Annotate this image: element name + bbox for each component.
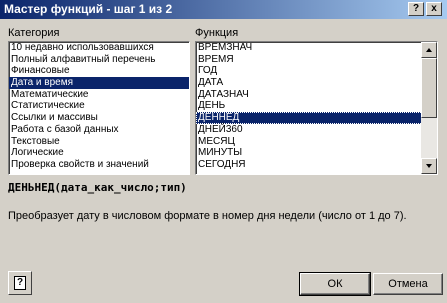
scroll-down-arrow-icon[interactable] bbox=[421, 158, 437, 174]
function-list-item[interactable]: ДАТАЗНАЧ bbox=[196, 89, 437, 101]
category-list-item[interactable]: Работа с базой данных bbox=[9, 124, 189, 136]
function-list-item[interactable]: ВРЕМЯ bbox=[196, 54, 437, 66]
function-list-item[interactable]: СЕГОДНЯ bbox=[196, 159, 437, 171]
function-description: Преобразует дату в числовом формате в но… bbox=[8, 210, 407, 222]
help-question-icon: ? bbox=[14, 276, 26, 290]
title-bar: Мастер функций - шаг 1 из 2 ? x bbox=[0, 0, 447, 19]
function-wizard-dialog: Мастер функций - шаг 1 из 2 ? x Категори… bbox=[0, 0, 447, 303]
function-list-item[interactable]: МИНУТЫ bbox=[196, 147, 437, 159]
function-list[interactable]: ВРЕМЗНАЧ ВРЕМЯ ГОД ДАТА ДАТАЗНАЧ ДЕНЬ ДЕННЕД ДН… bbox=[195, 41, 438, 175]
category-list-item[interactable]: 10 недавно использовавшихся bbox=[9, 42, 189, 54]
scroll-up-arrow-icon[interactable] bbox=[421, 42, 437, 58]
category-list-item[interactable]: Ссылки и массивы bbox=[9, 112, 189, 124]
category-label: Категория bbox=[8, 27, 60, 39]
function-list-item[interactable]: ДЕНЬ bbox=[196, 100, 437, 112]
function-list-item[interactable]: ДАТА bbox=[196, 77, 437, 89]
window-title: Мастер функций - шаг 1 из 2 bbox=[4, 2, 173, 16]
category-list[interactable]: 10 недавно использовавшихся Полный алфави… bbox=[8, 41, 190, 175]
help-title-button[interactable]: ? bbox=[408, 2, 424, 16]
close-button[interactable]: x bbox=[426, 2, 442, 16]
category-list-item[interactable]: Проверка свойств и значений bbox=[9, 159, 189, 171]
function-signature: ДЕНЬНЕД(дата_как_число;тип) bbox=[8, 181, 187, 194]
function-list-item[interactable]: ДЕННЕД bbox=[196, 112, 437, 124]
cancel-button[interactable]: Отмена bbox=[373, 273, 443, 295]
category-list-item[interactable]: Финансовые bbox=[9, 65, 189, 77]
category-list-item[interactable]: Логические bbox=[9, 147, 189, 159]
category-list-item[interactable]: Статистические bbox=[9, 100, 189, 112]
ok-button[interactable]: ОК bbox=[299, 272, 371, 296]
function-list-item[interactable]: МЕСЯЦ bbox=[196, 136, 437, 148]
category-list-item[interactable]: Полный алфавитный перечень bbox=[9, 54, 189, 66]
function-list-item[interactable]: ГОД bbox=[196, 65, 437, 77]
category-list-item[interactable]: Текстовые bbox=[9, 136, 189, 148]
function-list-scrollbar[interactable] bbox=[421, 42, 437, 174]
category-list-item[interactable]: Математические bbox=[9, 89, 189, 101]
function-list-item[interactable]: ВРЕМЗНАЧ bbox=[196, 42, 437, 54]
function-list-item[interactable]: ДНЕЙ360 bbox=[196, 124, 437, 136]
function-label: Функция bbox=[195, 27, 239, 39]
scroll-thumb[interactable] bbox=[421, 58, 437, 118]
category-list-item[interactable]: Дата и время bbox=[9, 77, 189, 89]
office-assistant-button[interactable]: ? bbox=[8, 271, 32, 295]
